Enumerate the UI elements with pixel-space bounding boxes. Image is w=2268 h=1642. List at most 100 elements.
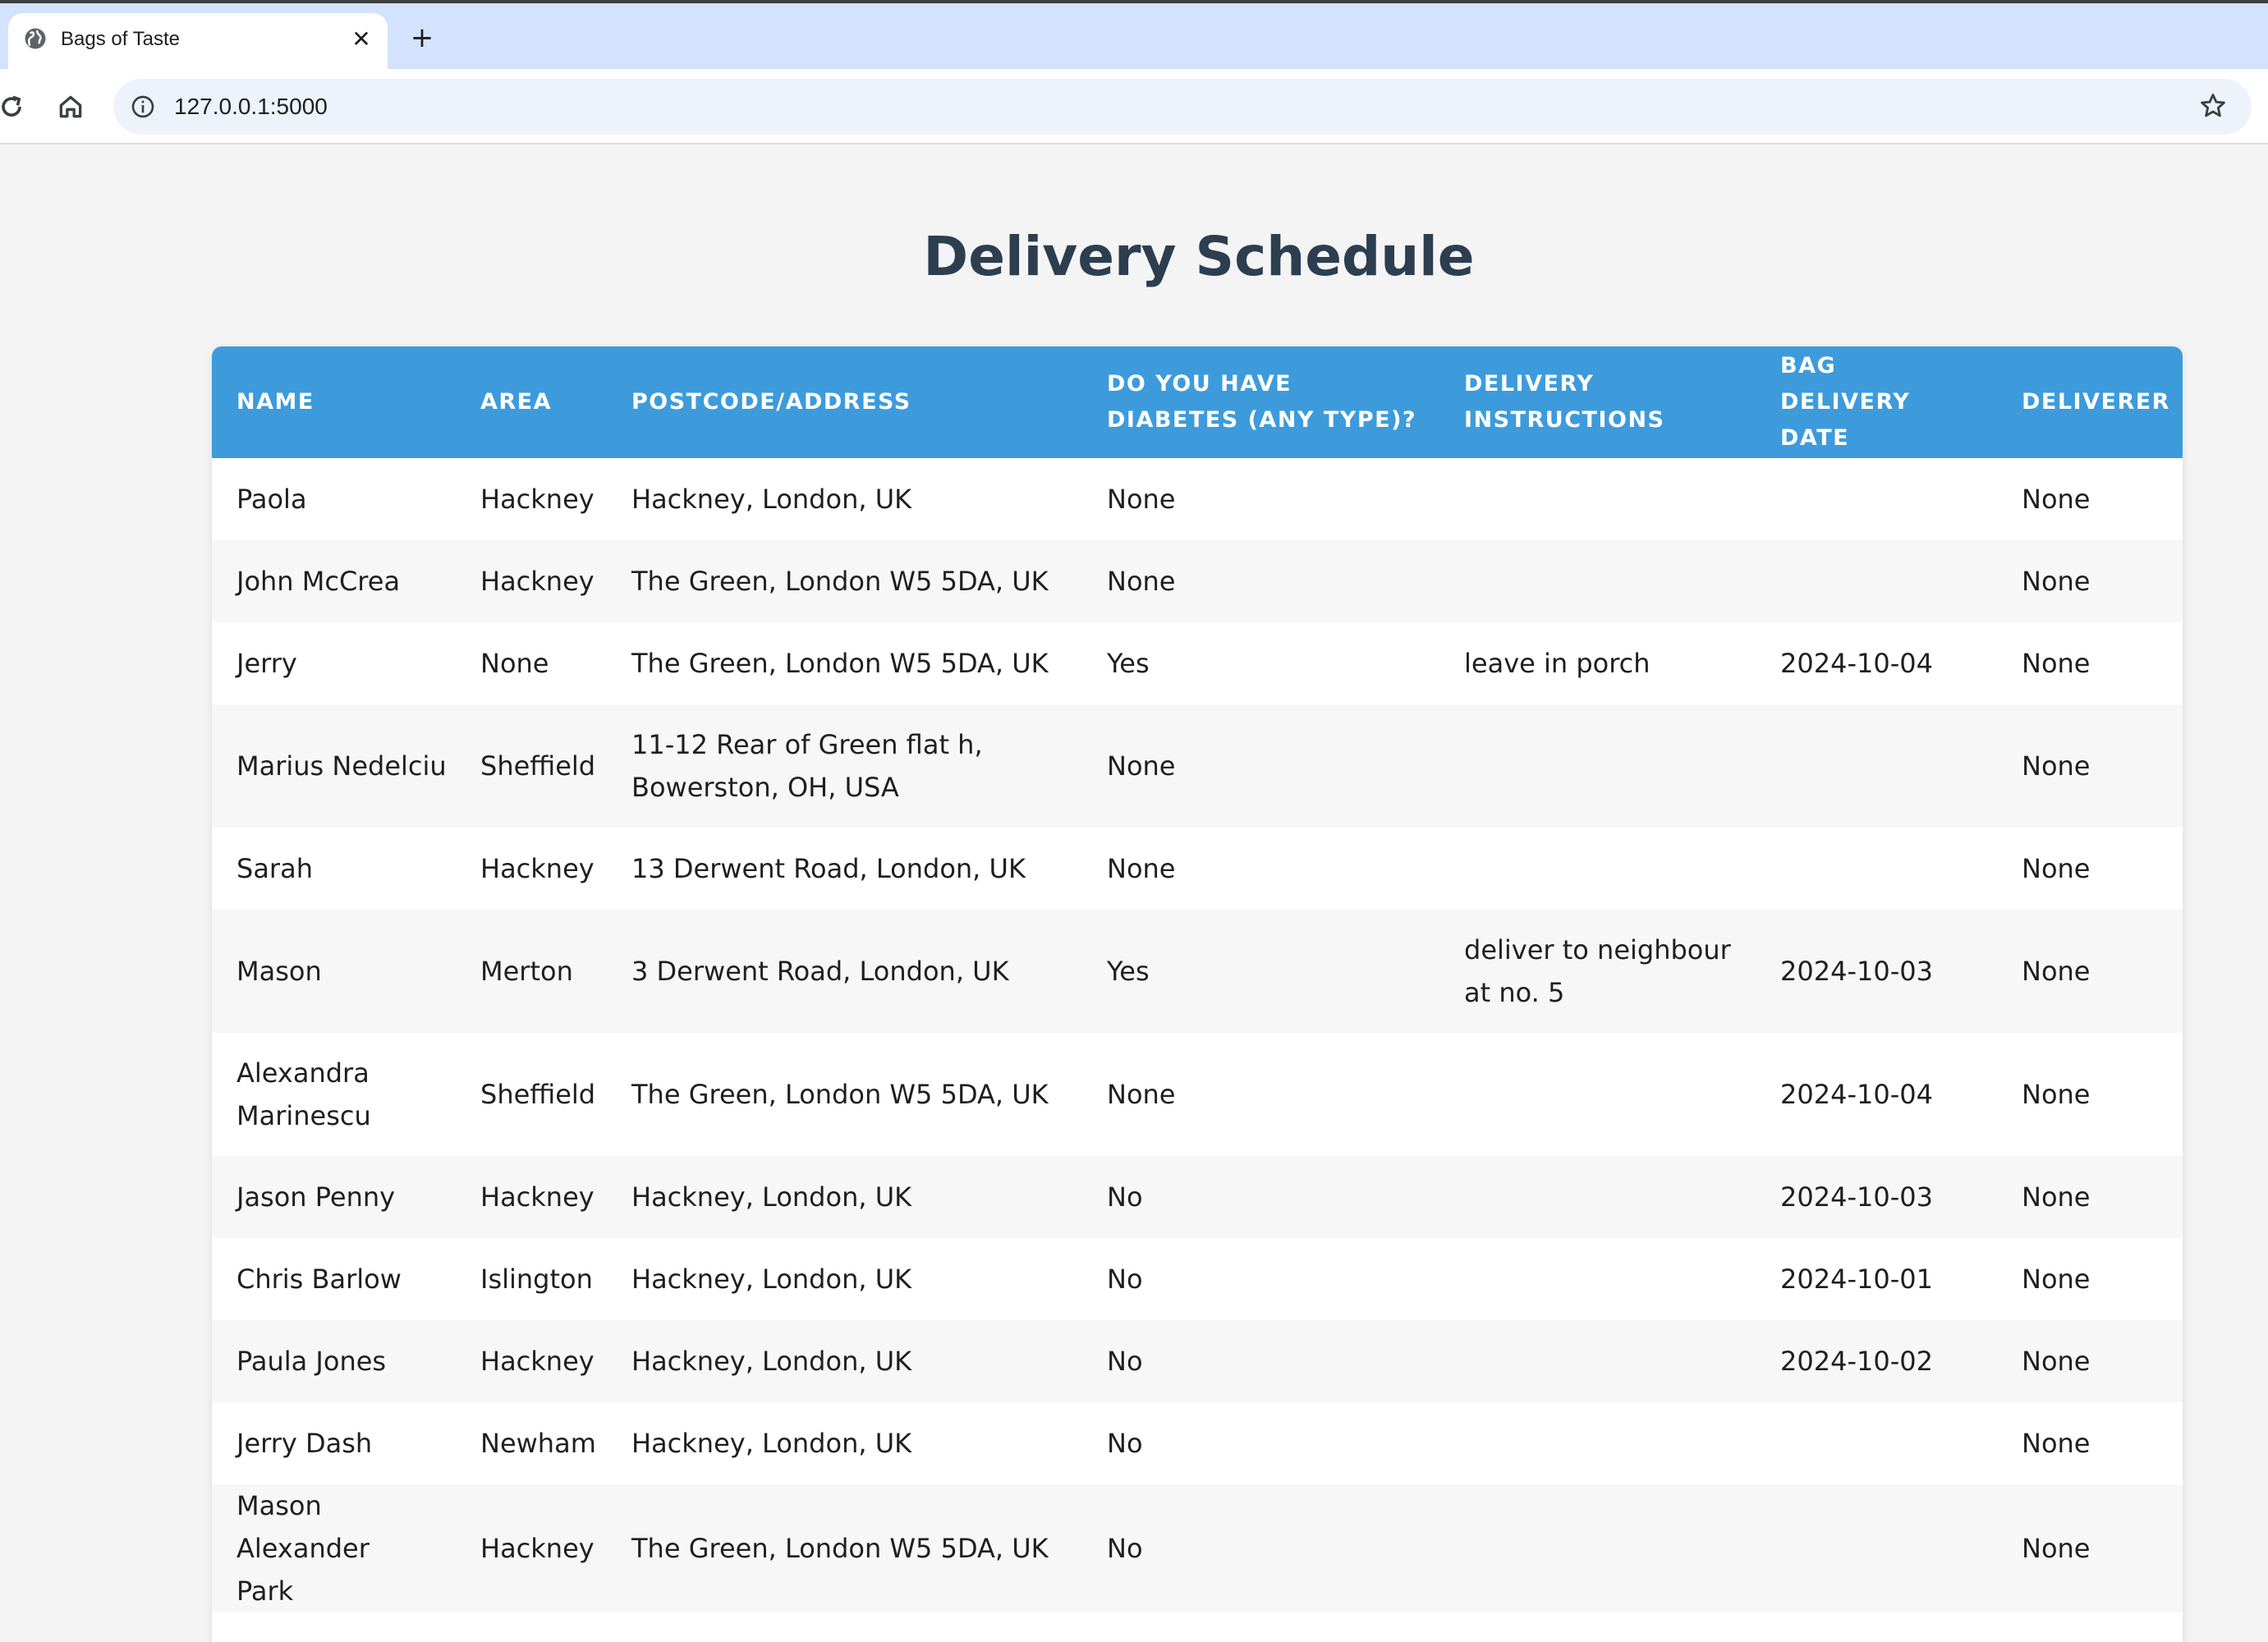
cell-diabetes: None xyxy=(1107,853,1176,884)
cell-address: The Green, London W5 5DA, UK xyxy=(631,566,1049,597)
cell-deliverer: None xyxy=(2022,956,2091,987)
cell-date xyxy=(1756,704,1997,828)
cell-date xyxy=(1756,540,1997,622)
cell-address: 13 Derwent Road, London, UK xyxy=(631,853,1026,884)
cell-date xyxy=(1756,1484,1997,1612)
cell-name: Marius Nedelciu xyxy=(236,750,447,782)
delivery-table-container: NAME AREA POSTCODE/ADDRESS DO YOU HAVE D… xyxy=(212,346,2183,1642)
reload-icon[interactable] xyxy=(0,90,28,123)
cell-name: Alexandra Marinescu xyxy=(236,1057,371,1131)
cell-deliverer: None xyxy=(2022,1346,2091,1377)
cell-address: 11-12 Rear of Green flat h, Bowerston, O… xyxy=(631,729,983,803)
delivery-table: NAME AREA POSTCODE/ADDRESS DO YOU HAVE D… xyxy=(212,346,2183,1642)
cell-diabetes: None xyxy=(1107,566,1176,597)
cell-name: Jerry xyxy=(236,648,297,679)
browser-toolbar: 127.0.0.1:5000 xyxy=(0,69,2268,144)
cell-deliverer: None xyxy=(1997,1612,2183,1642)
cell-diabetes: No xyxy=(1107,1346,1143,1377)
column-header-address[interactable]: POSTCODE/ADDRESS xyxy=(607,346,1082,458)
cell-area: Hackney xyxy=(480,1181,595,1213)
table-row[interactable]: Paola Hackney Hackney, London, UK None N… xyxy=(212,458,2183,540)
table-row[interactable]: Paula Reigate London E1 6AW, UK None 202… xyxy=(212,1612,2183,1642)
cell-diabetes: Yes xyxy=(1107,648,1150,679)
cell-address: Hackney, London, UK xyxy=(631,1428,912,1459)
table-row[interactable]: Chris Barlow Islington Hackney, London, … xyxy=(212,1238,2183,1320)
cell-deliverer: None xyxy=(2022,566,2091,597)
cell-deliverer: None xyxy=(2022,1079,2091,1110)
cell-address: London E1 6AW, UK xyxy=(607,1612,1082,1642)
star-icon[interactable] xyxy=(2197,90,2229,122)
table-row[interactable]: Marius Nedelciu Sheffield 11-12 Rear of … xyxy=(212,704,2183,828)
browser-tab[interactable]: Bags of Taste ✕ xyxy=(8,13,388,69)
cell-date: 2024-10-03 xyxy=(1780,1181,1933,1213)
column-header-delivery-date[interactable]: BAG DELIVERY DATE xyxy=(1756,346,1997,458)
column-header-instructions[interactable]: DELIVERY INSTRUCTIONS xyxy=(1439,346,1756,458)
cell-date: 2024-10-01 xyxy=(1780,1264,1933,1295)
table-row[interactable]: Jason Penny Hackney Hackney, London, UK … xyxy=(212,1156,2183,1238)
info-icon[interactable] xyxy=(130,94,156,120)
cell-diabetes: None xyxy=(1107,750,1176,782)
column-header-name[interactable]: NAME xyxy=(212,346,456,458)
cell-deliverer: None xyxy=(2022,648,2091,679)
page-title: Delivery Schedule xyxy=(923,225,1475,288)
cell-area: Sheffield xyxy=(480,1079,596,1110)
cell-area: Hackney xyxy=(480,566,595,597)
cell-instructions xyxy=(1439,540,1756,622)
cell-date: 2024-10-04 xyxy=(1780,1079,1933,1110)
table-row[interactable]: Jerry Dash Newham Hackney, London, UK No… xyxy=(212,1402,2183,1484)
url-text[interactable]: 127.0.0.1:5000 xyxy=(174,93,328,121)
cell-address: Hackney, London, UK xyxy=(631,1264,912,1295)
cell-instructions xyxy=(1439,458,1756,540)
cell-date: 2024-10-04 xyxy=(1780,648,1933,679)
cell-diabetes: No xyxy=(1107,1428,1143,1459)
cell-address: The Green, London W5 5DA, UK xyxy=(631,648,1049,679)
home-icon[interactable] xyxy=(54,90,87,123)
table-row[interactable]: Paula Jones Hackney Hackney, London, UK … xyxy=(212,1320,2183,1402)
cell-instructions xyxy=(1439,1402,1756,1484)
table-row[interactable]: Mason Merton 3 Derwent Road, London, UK … xyxy=(212,910,2183,1033)
cell-instructions xyxy=(1439,1238,1756,1320)
cell-deliverer: None xyxy=(2022,853,2091,884)
cell-address: Hackney, London, UK xyxy=(631,484,912,515)
cell-area: Sheffield xyxy=(480,750,596,782)
cell-name: Mason Alexander Park xyxy=(236,1490,370,1607)
cell-name: Jerry Dash xyxy=(236,1428,373,1459)
cell-name: Paula Jones xyxy=(236,1346,387,1377)
cell-instructions xyxy=(1439,1484,1756,1612)
table-row[interactable]: Jerry None The Green, London W5 5DA, UK … xyxy=(212,622,2183,704)
table-row[interactable]: Sarah Hackney 13 Derwent Road, London, U… xyxy=(212,828,2183,910)
table-header-row: NAME AREA POSTCODE/ADDRESS DO YOU HAVE D… xyxy=(212,346,2183,458)
address-bar[interactable]: 127.0.0.1:5000 xyxy=(113,79,2252,135)
cell-instructions xyxy=(1439,1612,1756,1642)
cell-diabetes: None xyxy=(1107,1079,1176,1110)
cell-diabetes: None xyxy=(1082,1612,1439,1642)
tab-strip: Bags of Taste ✕ + xyxy=(0,3,2268,69)
cell-area: Hackney xyxy=(480,1346,595,1377)
cell-instructions xyxy=(1439,704,1756,828)
table-row[interactable]: John McCrea Hackney The Green, London W5… xyxy=(212,540,2183,622)
plus-icon[interactable]: + xyxy=(406,21,438,54)
cell-name: Sarah xyxy=(236,853,313,884)
cell-diabetes: Yes xyxy=(1107,956,1150,987)
cell-deliverer: None xyxy=(2022,1533,2091,1564)
cell-address: Hackney, London, UK xyxy=(631,1181,912,1213)
cell-date xyxy=(1756,1402,1997,1484)
cell-diabetes: None xyxy=(1107,484,1176,515)
cell-name: John McCrea xyxy=(236,566,401,597)
column-header-diabetes[interactable]: DO YOU HAVE DIABETES (ANY TYPE)? xyxy=(1082,346,1439,458)
close-icon[interactable]: ✕ xyxy=(347,25,376,54)
table-row[interactable]: Alexandra Marinescu Sheffield The Green,… xyxy=(212,1033,2183,1156)
cell-instructions xyxy=(1439,1033,1756,1156)
cell-date: 2024-10-02 xyxy=(1780,1346,1933,1377)
cell-deliverer: None xyxy=(2022,1428,2091,1459)
cell-diabetes: No xyxy=(1107,1264,1143,1295)
table-body: Paola Hackney Hackney, London, UK None N… xyxy=(212,458,2183,1642)
cell-instructions xyxy=(1439,828,1756,910)
column-header-area[interactable]: AREA xyxy=(456,346,607,458)
cell-deliverer: None xyxy=(2022,1181,2091,1213)
cell-name: Paola xyxy=(236,484,307,515)
cell-name: Paula xyxy=(212,1612,456,1642)
cell-name: Mason xyxy=(236,956,322,987)
table-row[interactable]: Mason Alexander Park Hackney The Green, … xyxy=(212,1484,2183,1612)
column-header-deliverer[interactable]: DELIVERER xyxy=(1997,346,2183,458)
